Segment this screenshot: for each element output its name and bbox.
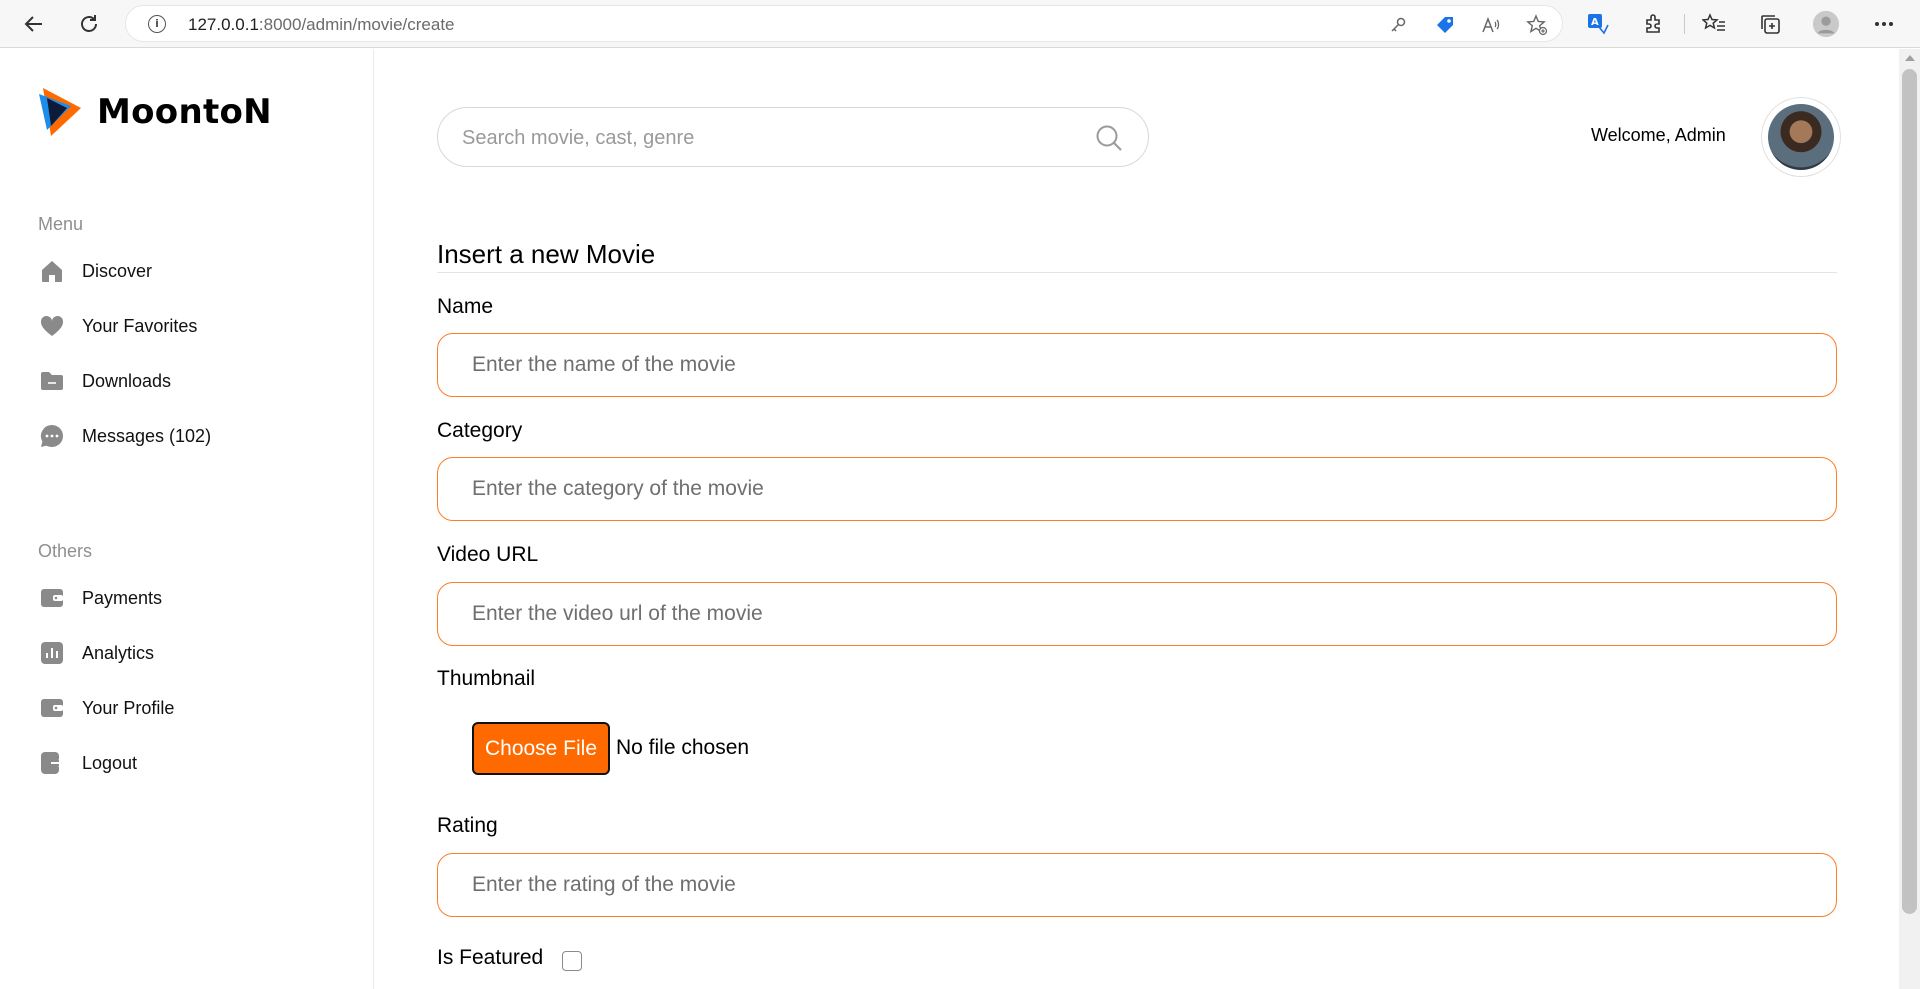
featured-checkbox[interactable] [562, 951, 582, 971]
name-input[interactable] [472, 350, 1792, 380]
address-bar[interactable]: i 127.0.0.1:8000/admin/movie/create [125, 5, 1563, 42]
main-content: Welcome, Admin Insert a new Movie Name C… [375, 49, 1899, 989]
brand-logo[interactable]: MoontoN [37, 86, 272, 138]
folder-icon [38, 367, 66, 395]
more-menu-icon[interactable] [1870, 10, 1898, 38]
search-bar[interactable] [437, 107, 1149, 167]
sidebar-item-profile[interactable]: Your Profile [38, 691, 174, 725]
video-url-input[interactable] [472, 599, 1792, 629]
wallet-icon [38, 584, 66, 612]
sidebar-item-analytics[interactable]: Analytics [38, 636, 154, 670]
profile-icon[interactable] [1812, 10, 1840, 38]
name-field[interactable] [437, 333, 1837, 397]
rating-input[interactable] [472, 870, 1792, 900]
coupon-tag-icon[interactable] [1434, 14, 1456, 36]
toolbar-divider [1684, 14, 1685, 34]
rating-field[interactable] [437, 853, 1837, 917]
category-label: Category [437, 419, 523, 442]
title-divider [437, 272, 1837, 273]
add-favorite-icon[interactable] [1526, 14, 1548, 36]
search-input[interactable] [462, 124, 1072, 152]
home-icon [38, 257, 66, 285]
choose-file-button[interactable]: Choose File [472, 722, 610, 775]
sidebar-item-payments[interactable]: Payments [38, 581, 162, 615]
collections-icon[interactable] [1756, 10, 1784, 38]
name-label: Name [437, 295, 494, 318]
refresh-icon [81, 15, 97, 32]
category-input[interactable] [472, 474, 1792, 504]
page-scrollbar[interactable] [1899, 49, 1920, 989]
featured-label: Is Featured [437, 946, 544, 969]
key-icon[interactable] [1387, 14, 1409, 36]
back-button[interactable] [18, 9, 50, 39]
video-url-label: Video URL [437, 543, 539, 566]
page-title: Insert a new Movie [437, 239, 656, 269]
category-field[interactable] [437, 457, 1837, 521]
avatar-image [1768, 104, 1834, 170]
heart-icon [38, 312, 66, 340]
file-status-text: No file chosen [616, 736, 750, 759]
sidebar-item-messages[interactable]: Messages (102) [38, 419, 211, 453]
site-info-icon[interactable]: i [148, 15, 166, 33]
menu-heading: Menu [38, 214, 84, 234]
scrollbar-thumb[interactable] [1902, 69, 1917, 914]
address-url: 127.0.0.1:8000/admin/movie/create [188, 15, 455, 34]
logout-icon [38, 749, 66, 777]
thumbnail-label: Thumbnail [437, 667, 536, 690]
video-url-field[interactable] [437, 582, 1837, 646]
chart-icon [38, 639, 66, 667]
brand-name: MoontoN [97, 92, 272, 132]
avatar[interactable] [1761, 97, 1841, 177]
chat-icon [38, 422, 66, 450]
back-arrow-icon [24, 16, 42, 32]
scroll-up-arrow-icon[interactable] [1905, 55, 1915, 61]
rating-label: Rating [437, 814, 498, 837]
brand-logo-icon [39, 88, 81, 136]
refresh-button[interactable] [73, 9, 105, 39]
extensions-icon[interactable] [1640, 10, 1668, 38]
sidebar-item-downloads[interactable]: Downloads [38, 364, 171, 398]
sidebar-item-discover[interactable]: Discover [38, 254, 152, 288]
welcome-text: Welcome, Admin [1591, 125, 1726, 145]
others-heading: Others [38, 541, 93, 561]
wallet-icon [38, 694, 66, 722]
svg-text:A: A [1591, 17, 1599, 28]
search-icon[interactable] [1094, 123, 1124, 153]
favorites-icon[interactable] [1700, 10, 1728, 38]
translate-icon[interactable]: A [1584, 10, 1612, 38]
sidebar-item-logout[interactable]: Logout [38, 746, 137, 780]
sidebar-item-favorites[interactable]: Your Favorites [38, 309, 197, 343]
sidebar: MoontoN Menu Discover Your Favorites Dow… [0, 49, 374, 989]
browser-toolbar: i 127.0.0.1:8000/admin/movie/create A [0, 0, 1920, 48]
read-aloud-icon[interactable] [1480, 14, 1502, 36]
